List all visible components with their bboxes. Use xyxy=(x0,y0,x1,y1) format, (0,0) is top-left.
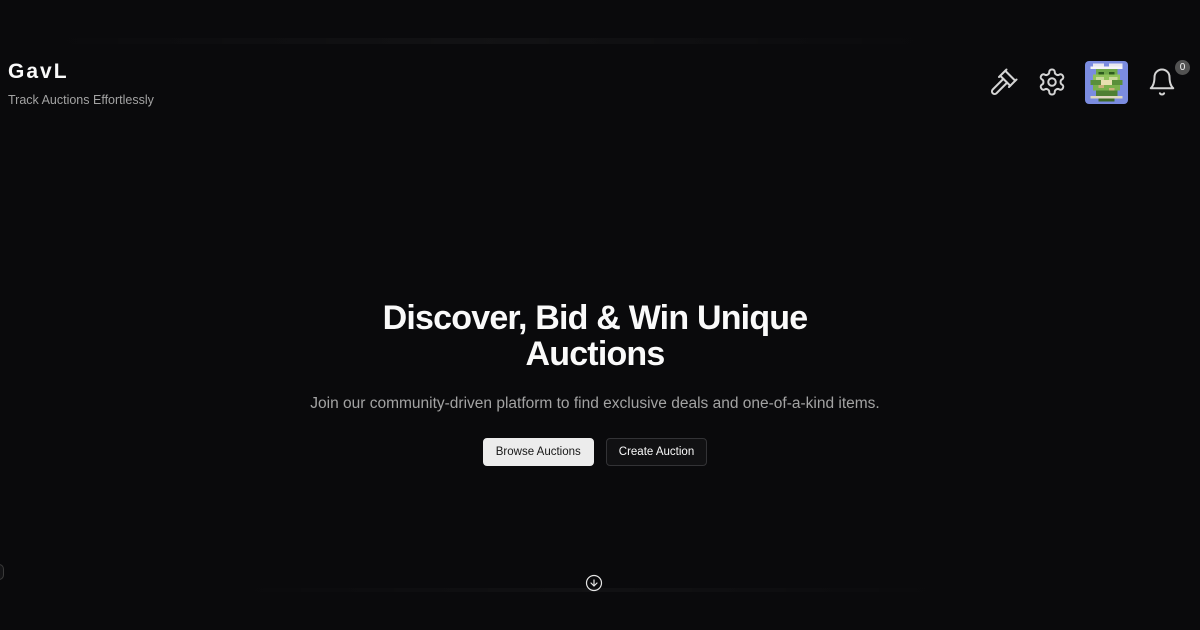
hero-title-line-2: Auctions xyxy=(525,335,665,373)
hero-subtitle: Join our community-driven platform to fi… xyxy=(310,395,880,412)
hero-title: Discover, Bid & Win Unique Auctions xyxy=(0,300,1190,372)
hero-section: Discover, Bid & Win Unique Auctions Join… xyxy=(0,300,1190,466)
avatar[interactable] xyxy=(1085,60,1128,104)
hero-title-line-1: Discover, Bid & Win Unique xyxy=(382,299,809,337)
brand[interactable]: GavL Track Auctions Effortlessly xyxy=(8,60,154,108)
brand-tagline: Track Auctions Effortlessly xyxy=(8,93,154,107)
header-actions: 0 xyxy=(986,60,1190,104)
create-auction-button[interactable]: Create Auction xyxy=(605,438,708,466)
cta-buttons: Browse Auctions Create Auction xyxy=(0,438,1190,466)
notifications: 0 xyxy=(1144,60,1190,100)
settings-button[interactable] xyxy=(1034,64,1070,100)
landing-page: GavL Track Auctions Effortlessly 0 Disco… xyxy=(0,0,1200,630)
auctions-button[interactable] xyxy=(986,64,1022,100)
gavel-icon xyxy=(990,68,1018,96)
top-divider xyxy=(40,38,940,44)
gear-icon xyxy=(1039,68,1065,96)
browse-auctions-button[interactable]: Browse Auctions xyxy=(482,438,594,466)
bell-icon xyxy=(1149,68,1175,96)
brand-name[interactable]: GavL xyxy=(8,60,154,84)
bottom-divider xyxy=(230,588,950,592)
avatar-image xyxy=(1085,60,1128,104)
sidebar-toggle-handle[interactable] xyxy=(0,564,4,580)
notification-count-badge: 0 xyxy=(1175,60,1190,75)
